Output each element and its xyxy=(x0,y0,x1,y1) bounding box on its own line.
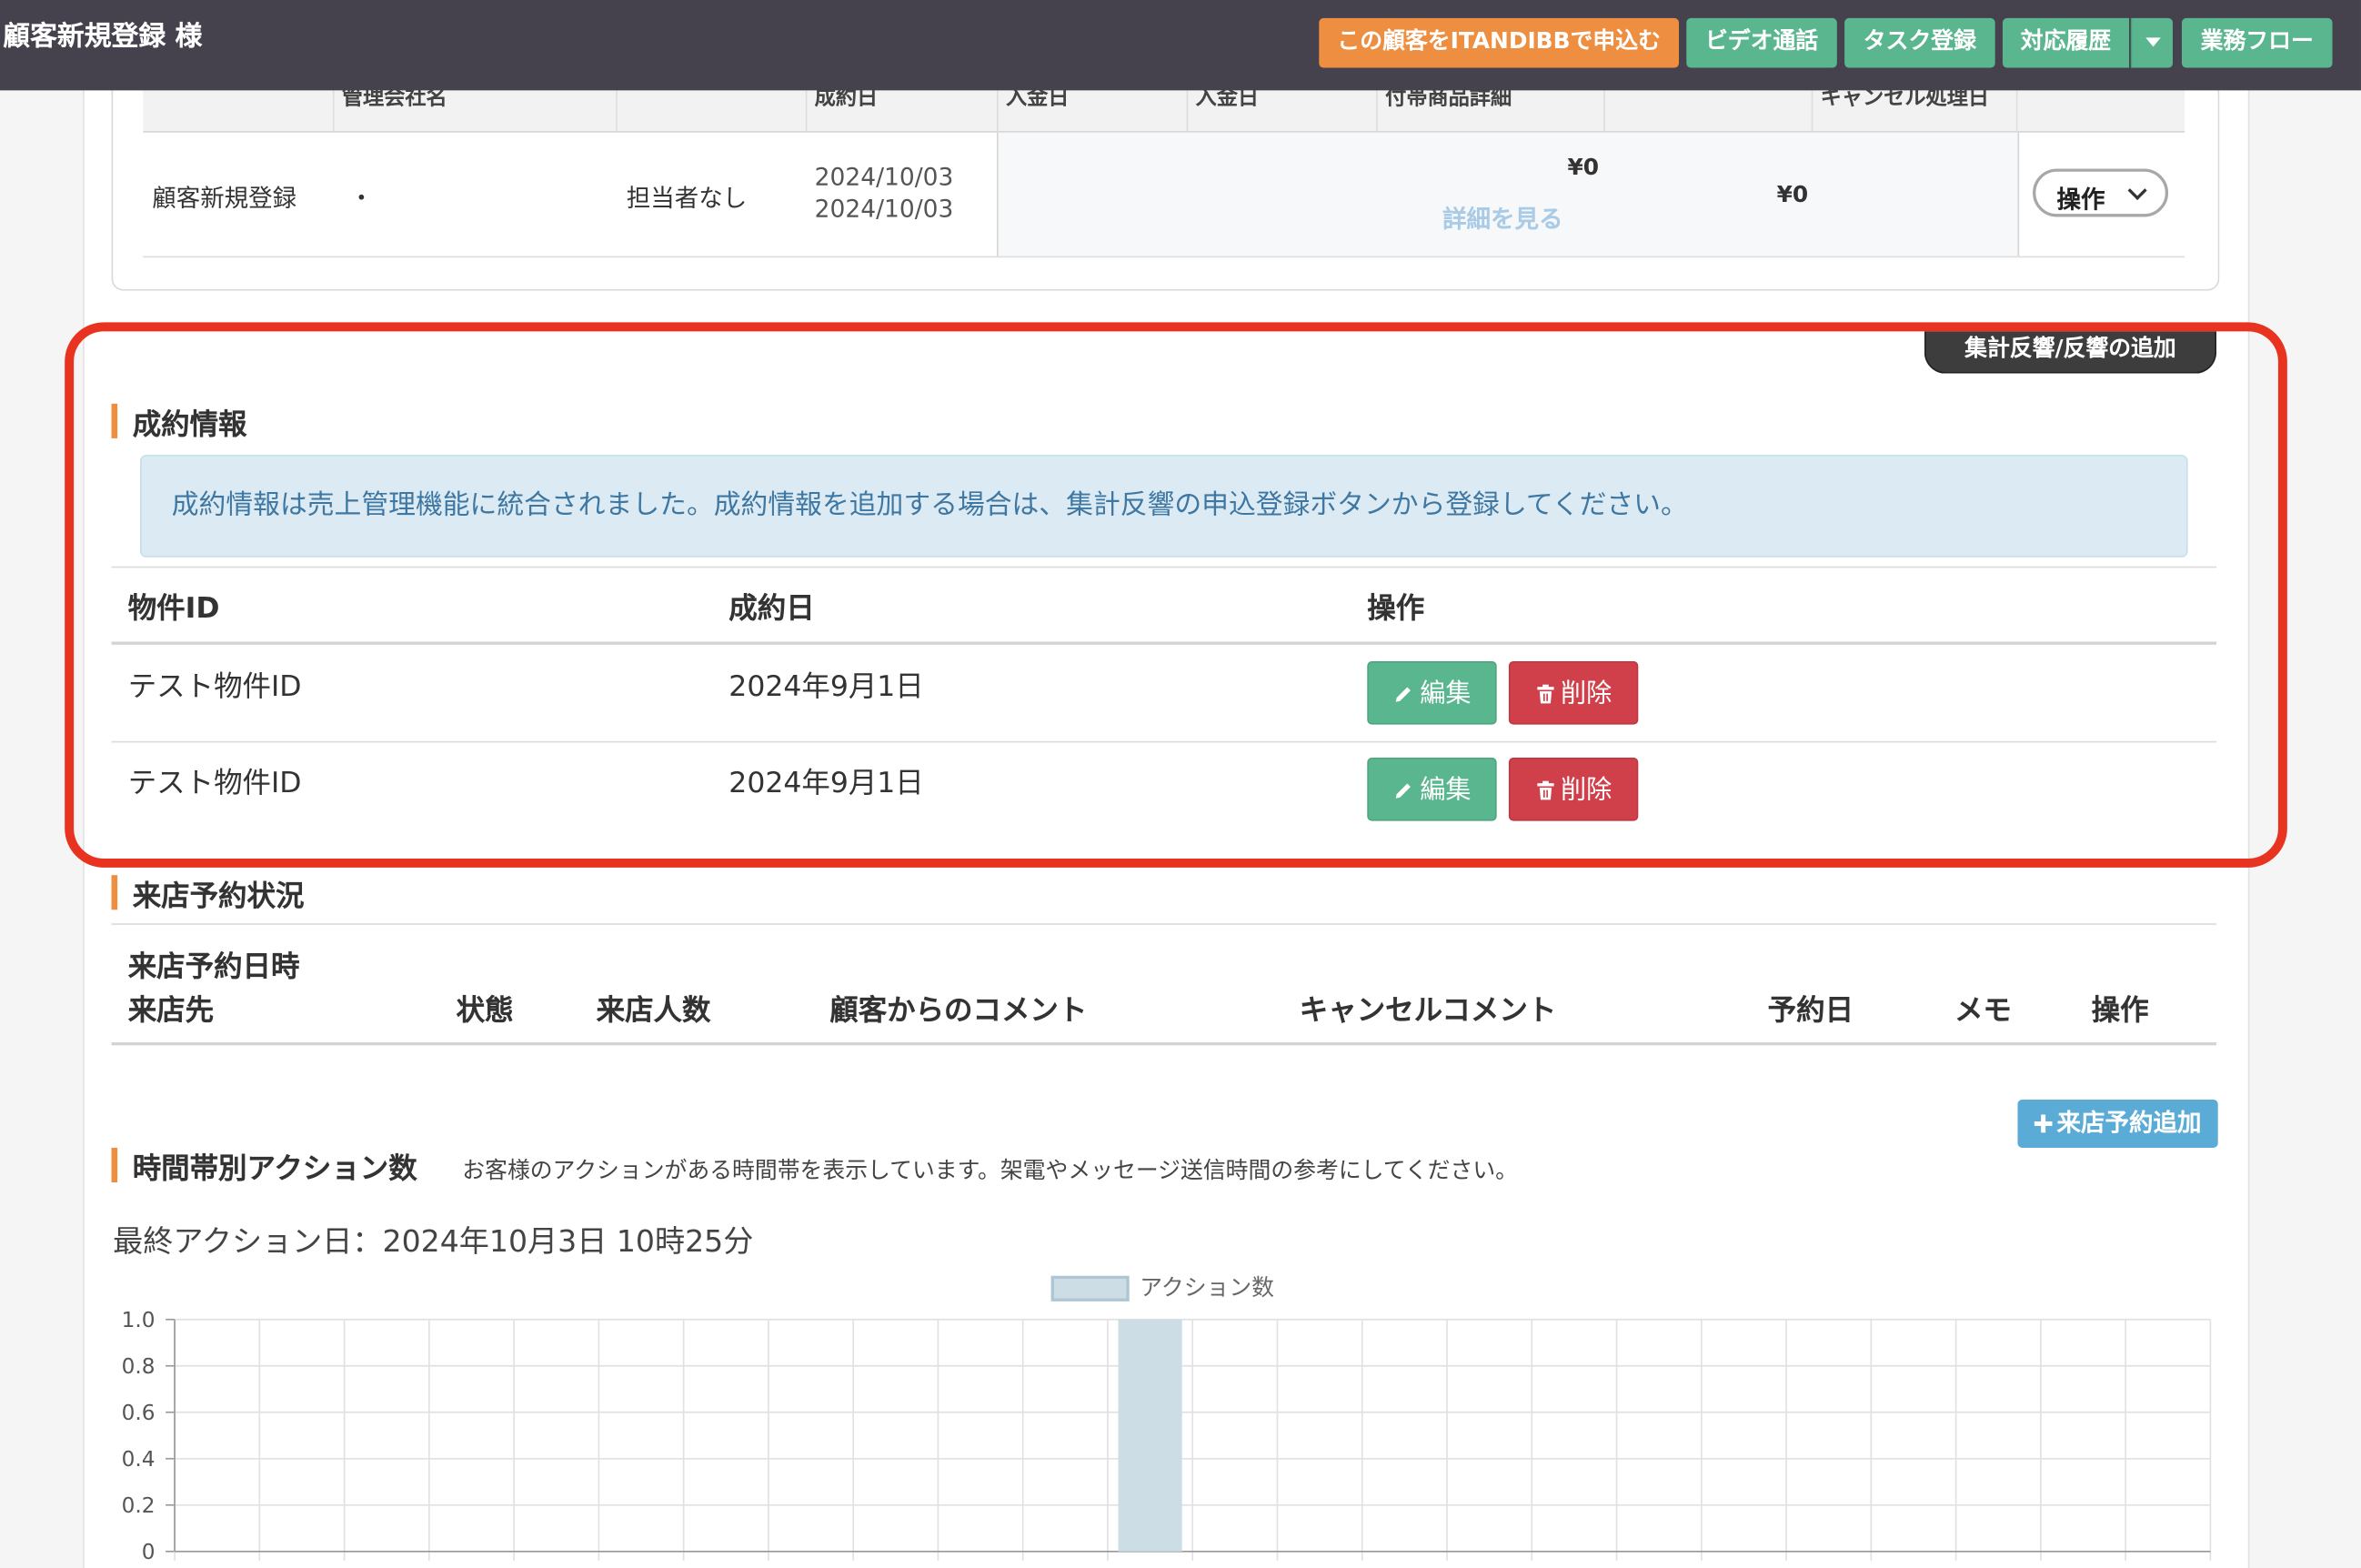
column-header-visit-datetime: 来店予約日時 xyxy=(127,950,300,984)
y-tick-label: 0.6 xyxy=(122,1401,156,1425)
customer-name-title: 顧客新規登録 様 xyxy=(3,21,203,53)
amount-cell-area xyxy=(997,132,2020,256)
column-header-cancel-comment: キャンセルコメント xyxy=(1299,994,1557,1028)
caret-down-icon xyxy=(2145,36,2160,46)
table-header-border xyxy=(111,1042,2217,1046)
history-button[interactable]: 対応履歴 xyxy=(2002,17,2130,68)
y-tick-label: 0.4 xyxy=(122,1447,156,1472)
sales-row-ops-dropdown[interactable]: 操作 xyxy=(2033,168,2169,217)
actions-section-title: 時間帯別アクション数 xyxy=(111,1146,417,1187)
actions-note: お客様のアクションがある時間帯を表示しています。架電やメッセージ送信時間の参考に… xyxy=(462,1156,1519,1184)
y-tick-label: 0.8 xyxy=(122,1354,156,1379)
y-tick-label: 0.2 xyxy=(122,1493,156,1518)
sales-row-name: 顧客新規登録 xyxy=(152,184,297,213)
column-divider xyxy=(2015,90,2018,132)
column-divider xyxy=(1376,90,1378,132)
sales-row-date: 2024/10/03 xyxy=(814,162,954,192)
last-action-date: 最終アクション日：2024年10月3日 10時25分 xyxy=(113,1222,754,1260)
highlight-box xyxy=(65,322,2287,868)
column-header-visitor-count: 来店人数 xyxy=(596,994,711,1028)
add-visit-button-label: 来店予約追加 xyxy=(2056,1108,2202,1138)
sales-row-amount-2: ¥0 xyxy=(1776,180,1809,208)
column-header-visit-location: 来店先 xyxy=(127,994,215,1028)
workflow-button[interactable]: 業務フロー xyxy=(2181,17,2333,68)
divider xyxy=(111,923,2217,925)
sales-row-date-2: 2024/10/03 xyxy=(814,194,954,224)
column-divider xyxy=(1603,90,1605,132)
bar xyxy=(1118,1319,1182,1552)
hourly-actions-chart: アクション数 1.0 0.8 0.6 0.4 0.2 0 xyxy=(122,1274,2212,1564)
sales-table-bottom-border xyxy=(143,256,2185,258)
details-link[interactable]: 詳細を見る xyxy=(1442,199,1562,236)
sales-row-person: 担当者なし xyxy=(626,184,748,213)
y-tick-label: 1.0 xyxy=(122,1308,156,1332)
add-visit-button[interactable]: 来店予約追加 xyxy=(2017,1099,2218,1148)
column-header-booked-date: 予約日 xyxy=(1767,994,1854,1028)
ops-dropdown-label: 操作 xyxy=(2056,185,2105,215)
sales-row-company: ・ xyxy=(349,184,374,213)
video-call-button[interactable]: ビデオ通話 xyxy=(1686,17,1837,68)
sales-row-amount: ¥0 xyxy=(1567,153,1600,181)
column-divider xyxy=(1186,90,1189,132)
column-divider xyxy=(616,90,618,132)
apply-itandibb-button[interactable]: この顧客をITANDIBBで申込む xyxy=(1319,17,1679,68)
column-header-status: 状態 xyxy=(456,994,514,1028)
column-header-ops: 操作 xyxy=(2091,994,2149,1028)
column-header-memo: メモ xyxy=(1954,994,2012,1028)
column-divider xyxy=(1811,90,1813,132)
legend-swatch xyxy=(1050,1275,1130,1302)
visit-section-title: 来店予約状況 xyxy=(111,874,304,915)
history-dropdown-toggle[interactable] xyxy=(2130,17,2174,68)
column-divider xyxy=(332,90,335,132)
app-header: 顧客新規登録 様 この顧客をITANDIBBで申込む ビデオ通話 タスク登録 対… xyxy=(0,0,2361,91)
chevron-down-icon xyxy=(2127,180,2147,201)
column-divider xyxy=(997,90,999,132)
y-tick-label: 0 xyxy=(142,1540,156,1564)
task-register-button[interactable]: タスク登録 xyxy=(1844,17,1995,68)
legend-label: アクション数 xyxy=(1140,1274,1274,1301)
column-divider xyxy=(805,90,808,132)
plus-icon xyxy=(2034,1114,2053,1133)
column-header-customer-comment: 顧客からのコメント xyxy=(829,994,1088,1028)
